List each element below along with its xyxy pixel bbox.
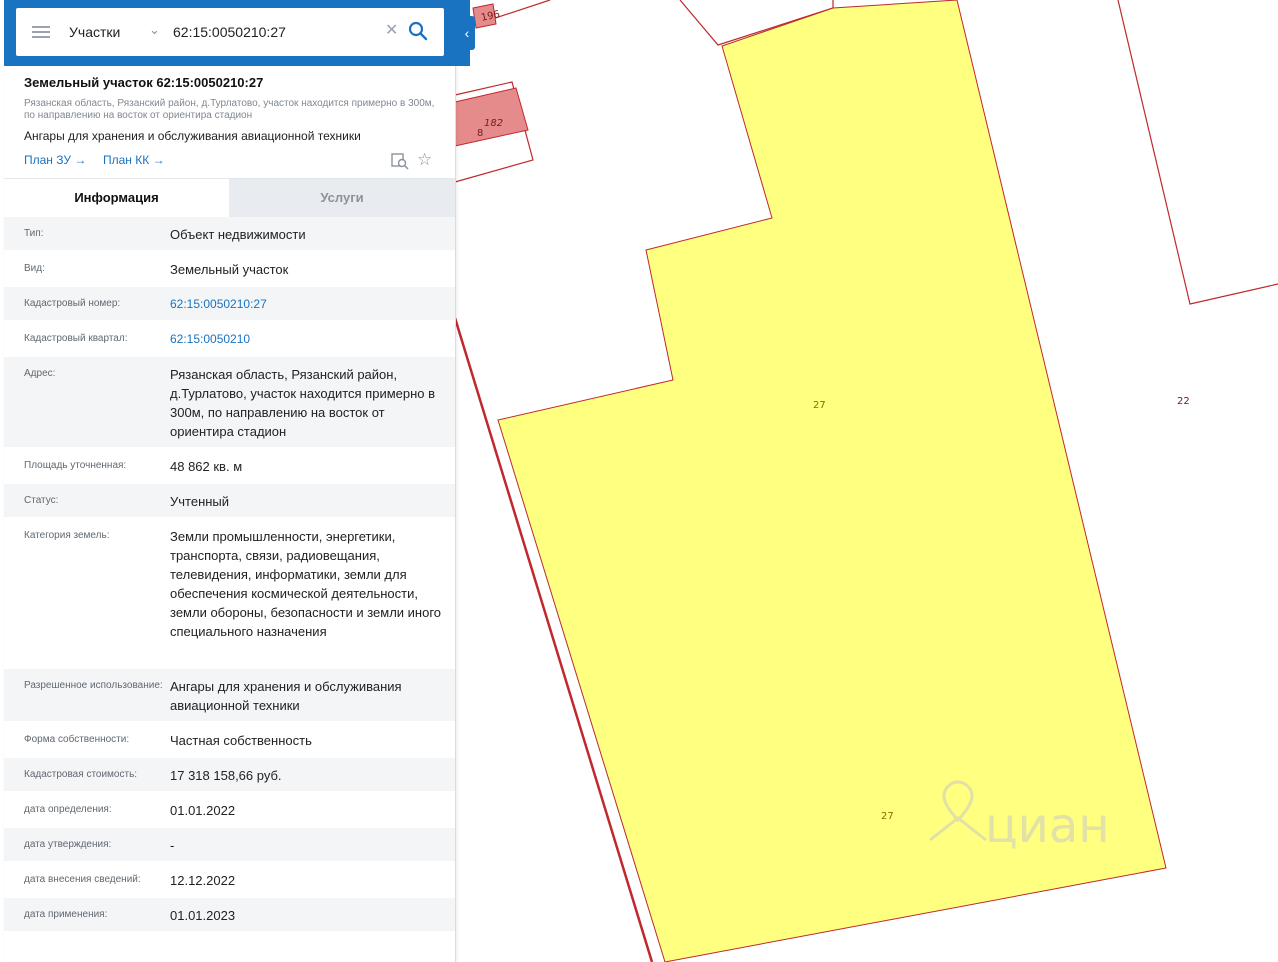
row-value: Ангары для хранения и обслуживания авиац… [170,679,402,713]
search-icon[interactable] [408,21,428,41]
search-type-select[interactable]: Участки [69,24,120,40]
row-label: дата внесения сведений: [24,874,141,885]
parcel-address-short: Рязанская область, Рязанский район, д.Ту… [24,98,435,121]
table-row: Тип: Объект недвижимости [4,217,455,252]
row-value: Земельный участок [170,262,289,277]
table-row: Площадь уточненная: 48 862 кв. м [4,449,455,484]
parcel-label: 22 [1177,396,1190,407]
parcel-label: 27 [881,811,894,822]
table-row: Форма собственности: Частная собственност… [4,723,455,758]
row-value-link[interactable]: 62:15:0050210 [170,330,445,349]
row-value: 01.01.2022 [170,803,236,818]
row-label: Адрес: [24,368,56,379]
row-value-link[interactable]: 62:15:0050210:27 [170,295,445,314]
row-value: - [170,838,175,853]
row-value: Учтенный [170,494,230,509]
row-label: Кадастровая стоимость: [24,769,138,780]
search-input[interactable] [173,22,383,42]
parcel-label: 8 [477,128,484,139]
plan-zu-link[interactable]: План ЗУ → [24,153,86,167]
row-value: 48 862 кв. м [170,459,243,474]
map-search-icon[interactable] [391,152,409,170]
row-value: 12.12.2022 [170,873,236,888]
row-label: Кадастровый квартал: [24,333,128,344]
row-label: Площадь уточненная: [24,460,127,471]
row-label: Категория земель: [24,530,110,541]
row-label: Вид: [24,263,45,274]
row-label: Форма собственности: [24,734,130,745]
parcel-header: Земельный участок 62:15:0050210:27 Рязан… [4,66,455,178]
row-label: Кадастровый номер: [24,298,121,309]
table-row: дата определения: 01.01.2022 [4,793,455,828]
row-value: Рязанская область, Рязанский район, д.Ту… [170,367,436,439]
search-box: Участки ⌄ ✕ [16,8,444,56]
row-label: Разрешенное использование: [24,680,163,691]
table-row: Кадастровый квартал: 62:15:0050210 [4,322,455,357]
parcel-label: 27 [813,400,826,411]
row-label: дата применения: [24,909,108,920]
table-row: дата внесения сведений: 12.12.2022 [4,863,455,898]
table-row: дата применения: 01.01.2023 [4,898,455,933]
row-value: 17 318 158,66 руб. [170,768,282,783]
row-label: дата утверждения: [24,839,112,850]
table-row: Категория земель: Земли промышленности, э… [4,519,455,669]
row-value: Частная собственность [170,733,312,748]
chevron-left-icon[interactable]: ‹ [459,16,475,50]
row-label: дата определения: [24,804,112,815]
page-title: Земельный участок 62:15:0050210:27 [24,75,264,90]
star-icon[interactable]: ☆ [417,150,432,170]
menu-icon[interactable] [32,26,50,38]
watermark: циан [985,798,1110,854]
chevron-down-icon[interactable]: ⌄ [149,22,160,38]
info-panel: Участки ⌄ ✕ ‹ Земельный участок 62:15:00… [4,0,475,962]
parcel-purpose: Ангары для хранения и обслуживания авиац… [24,129,361,143]
tab-services[interactable]: Услуги [229,179,455,217]
tab-info[interactable]: Информация [4,179,229,217]
table-row: Кадастровый номер: 62:15:0050210:27 [4,287,455,322]
search-bar: Участки ⌄ ✕ ‹ [4,0,475,66]
close-icon[interactable]: ✕ [385,20,398,40]
table-row: Статус: Учтенный [4,484,455,519]
row-value: 01.01.2023 [170,908,236,923]
table-row: дата утверждения: - [4,828,455,863]
row-label: Статус: [24,495,59,506]
parcel-label: 182 [484,118,504,129]
table-row: Кадастровая стоимость: 17 318 158,66 руб. [4,758,455,793]
plan-kk-link[interactable]: План КК → [103,153,165,167]
row-label: Тип: [24,228,44,239]
table-row: Вид: Земельный участок [4,252,455,287]
table-row: Разрешенное использование: Ангары для хра… [4,669,455,723]
tab-bar: Информация Услуги [4,178,455,217]
info-table: Тип: Объект недвижимости Вид: Земельный уча… [4,217,455,933]
row-value: Земли промышленности, энергетики, трансп… [170,529,442,639]
table-row: Адрес: Рязанская область, Рязанский район… [4,357,455,449]
row-value: Объект недвижимости [170,227,306,242]
